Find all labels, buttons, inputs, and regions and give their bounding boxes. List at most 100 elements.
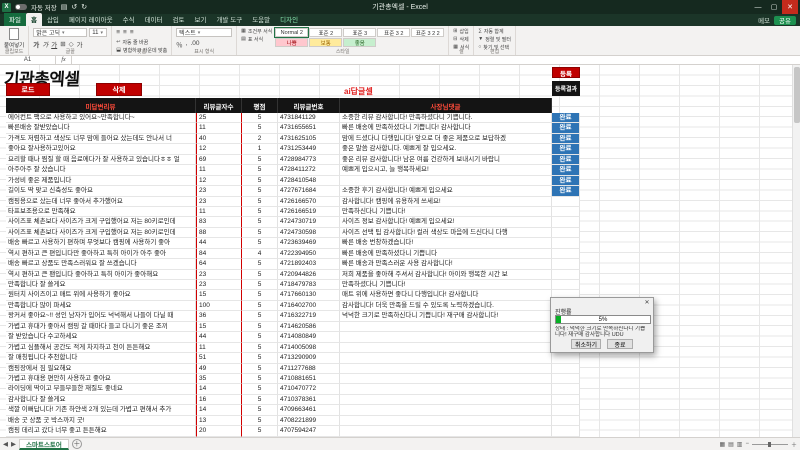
review-cell[interactable]: 에어컨트 팩으로 사용하고 있어요~만족합니다~ <box>6 113 196 123</box>
ribbon-icon-2[interactable]: .00 <box>190 40 199 47</box>
reviewno-cell[interactable]: 4710881651 <box>278 374 340 384</box>
chars-cell[interactable]: 69 <box>196 155 242 165</box>
reply-cell[interactable] <box>340 416 552 426</box>
rating-cell[interactable]: 5 <box>242 364 278 374</box>
chars-cell[interactable]: 12 <box>196 176 242 186</box>
reviewno-cell[interactable]: 4721892403 <box>278 259 340 269</box>
result-cell[interactable] <box>552 384 580 394</box>
exit-button[interactable]: 종료 <box>607 339 633 349</box>
style-cell-좋음[interactable]: 좋음 <box>343 38 376 47</box>
chars-cell[interactable]: 51 <box>196 353 242 363</box>
reply-cell[interactable]: 넉넉한 크기로 만족하신다니 기쁩니다! 재구매 감사합니다! <box>340 311 552 321</box>
review-cell[interactable]: 사이즈표 체촌보다 사이즈가 크게 구입했어요 저는 80키로인데 <box>6 228 196 238</box>
chars-cell[interactable]: 88 <box>196 228 242 238</box>
chars-cell[interactable]: 25 <box>196 113 242 123</box>
chars-cell[interactable]: 64 <box>196 259 242 269</box>
dialog-close-icon[interactable]: ✕ <box>643 299 651 306</box>
reply-cell[interactable]: 소중한 후기 감사합니다! 예쁘게 입으세요 <box>340 186 552 196</box>
ribbon-icon-0[interactable]: ％ <box>176 39 183 49</box>
reviewno-cell[interactable]: 4724730598 <box>278 228 340 238</box>
review-cell[interactable]: 빠른배송 잘받았습니다 <box>6 123 196 133</box>
rating-cell[interactable]: 5 <box>242 332 278 342</box>
review-cell[interactable]: 만족합니다 잘 쓸게요 <box>6 280 196 290</box>
reviewno-cell[interactable]: 4728410548 <box>278 176 340 186</box>
reply-cell[interactable]: 예쁘게 입으시고, 늘 행복하세요! <box>340 165 552 175</box>
style-cell-표준 3 2 2[interactable]: 표준 3 2 2 <box>411 28 444 37</box>
fx-icon[interactable]: fx <box>56 56 72 64</box>
result-cell[interactable] <box>552 207 580 217</box>
review-cell[interactable]: 가볍고 휴대가 좋아서 캠핑 갈 때마다 들고 다니기 좋은 조끼 <box>6 322 196 332</box>
comments-button[interactable]: 메모 <box>758 15 770 25</box>
reviewno-cell[interactable]: 4708221899 <box>278 416 340 426</box>
reply-cell[interactable]: 빠른 배송과 만족스러운 사용 감사합니다! <box>340 259 552 269</box>
review-cell[interactable]: 아주아주 잘 샀습니다 <box>6 165 196 175</box>
rating-cell[interactable]: 5 <box>242 186 278 196</box>
chars-cell[interactable]: 15 <box>196 290 242 300</box>
undo-icon[interactable]: ↺ <box>71 4 77 11</box>
reply-cell[interactable] <box>340 395 552 405</box>
chars-cell[interactable]: 100 <box>196 301 242 311</box>
rating-cell[interactable]: 1 <box>242 144 278 154</box>
rating-cell[interactable]: 5 <box>242 395 278 405</box>
ribbon-icon-4[interactable]: ◇ <box>69 40 74 48</box>
rating-cell[interactable]: 5 <box>242 270 278 280</box>
reviewno-cell[interactable]: 4714080849 <box>278 332 340 342</box>
chars-cell[interactable]: 49 <box>196 364 242 374</box>
menu-tab-삽입[interactable]: 삽입 <box>42 13 64 26</box>
ribbon-icon-1[interactable]: ≡ <box>123 29 127 36</box>
reviewno-cell[interactable]: 4711277688 <box>278 364 340 374</box>
formula-input[interactable] <box>72 56 800 64</box>
rating-cell[interactable]: 5 <box>242 322 278 332</box>
ribbon-icon-2[interactable]: 가 <box>51 39 57 49</box>
rating-cell[interactable]: 5 <box>242 301 278 311</box>
sheet-nav-right-icon[interactable]: ▶ <box>11 440 16 448</box>
result-cell[interactable] <box>552 238 580 248</box>
result-cell[interactable] <box>552 228 580 238</box>
reviewno-cell[interactable]: 4728411272 <box>278 165 340 175</box>
wrap-text-button[interactable]: 자동 줄 바꿈 <box>122 39 148 46</box>
style-cell-보통[interactable]: 보통 <box>309 38 342 47</box>
chars-cell[interactable]: 11 <box>196 343 242 353</box>
style-cell-표준 2[interactable]: 표준 2 <box>309 28 342 37</box>
rating-cell[interactable]: 5 <box>242 280 278 290</box>
header-chars[interactable]: 리뷰글자수 <box>196 98 242 113</box>
rating-cell[interactable]: 5 <box>242 176 278 186</box>
reviewno-cell[interactable]: 4716322719 <box>278 311 340 321</box>
rating-cell[interactable]: 5 <box>242 343 278 353</box>
chars-cell[interactable]: 23 <box>196 270 242 280</box>
rating-cell[interactable]: 5 <box>242 353 278 363</box>
reviewno-cell[interactable]: 4718479783 <box>278 280 340 290</box>
add-sheet-button[interactable]: ＋ <box>72 439 82 449</box>
reply-cell[interactable]: 좋은 말씀 감사합니다. 예쁘게 잘 입으세요. <box>340 144 552 154</box>
result-cell[interactable] <box>552 280 580 290</box>
share-button[interactable]: 공유 <box>774 16 796 25</box>
style-cell-표준 3 2[interactable]: 표준 3 2 <box>377 28 410 37</box>
result-cell[interactable] <box>552 405 580 415</box>
menu-tab-검토[interactable]: 검토 <box>168 13 190 26</box>
result-cell[interactable] <box>552 259 580 269</box>
reply-cell[interactable] <box>340 426 552 436</box>
reviewno-cell[interactable]: 4714620586 <box>278 322 340 332</box>
chars-cell[interactable]: 20 <box>196 426 242 436</box>
rating-cell[interactable]: 4 <box>242 249 278 259</box>
rating-cell[interactable]: 5 <box>242 416 278 426</box>
edit-자동 합계[interactable]: ∑자동 합계 <box>478 28 511 34</box>
review-cell[interactable]: 잘 받았습니다 수고하세요 <box>6 332 196 342</box>
chars-cell[interactable]: 83 <box>196 217 242 227</box>
result-cell[interactable] <box>552 249 580 259</box>
font-name-select[interactable]: 맑은 고딕▾ <box>33 28 87 37</box>
ribbon-icon-0[interactable]: 가 <box>33 39 39 49</box>
reply-cell[interactable] <box>340 176 552 186</box>
reply-cell[interactable] <box>340 374 552 384</box>
review-cell[interactable]: 배송 빠르고 상품도 만족스러워요 잘 쓰겠습니다 <box>6 259 196 269</box>
close-button[interactable]: ✕ <box>782 0 798 14</box>
rating-cell[interactable]: 5 <box>242 426 278 436</box>
reply-cell[interactable]: 만족하셨다니 기쁩니다! <box>340 280 552 290</box>
review-cell[interactable]: 좋아요 잘사용하고있어요 <box>6 144 196 154</box>
zoom-out-icon[interactable]: − <box>745 441 749 447</box>
ribbon-icon-1[interactable]: 가 <box>42 39 48 49</box>
review-cell[interactable]: 타프보조용으로 만족해요 <box>6 207 196 217</box>
style-cell-Normal 2[interactable]: Normal 2 <box>275 28 308 37</box>
chars-cell[interactable]: 36 <box>196 311 242 321</box>
reviewno-cell[interactable]: 4713290909 <box>278 353 340 363</box>
